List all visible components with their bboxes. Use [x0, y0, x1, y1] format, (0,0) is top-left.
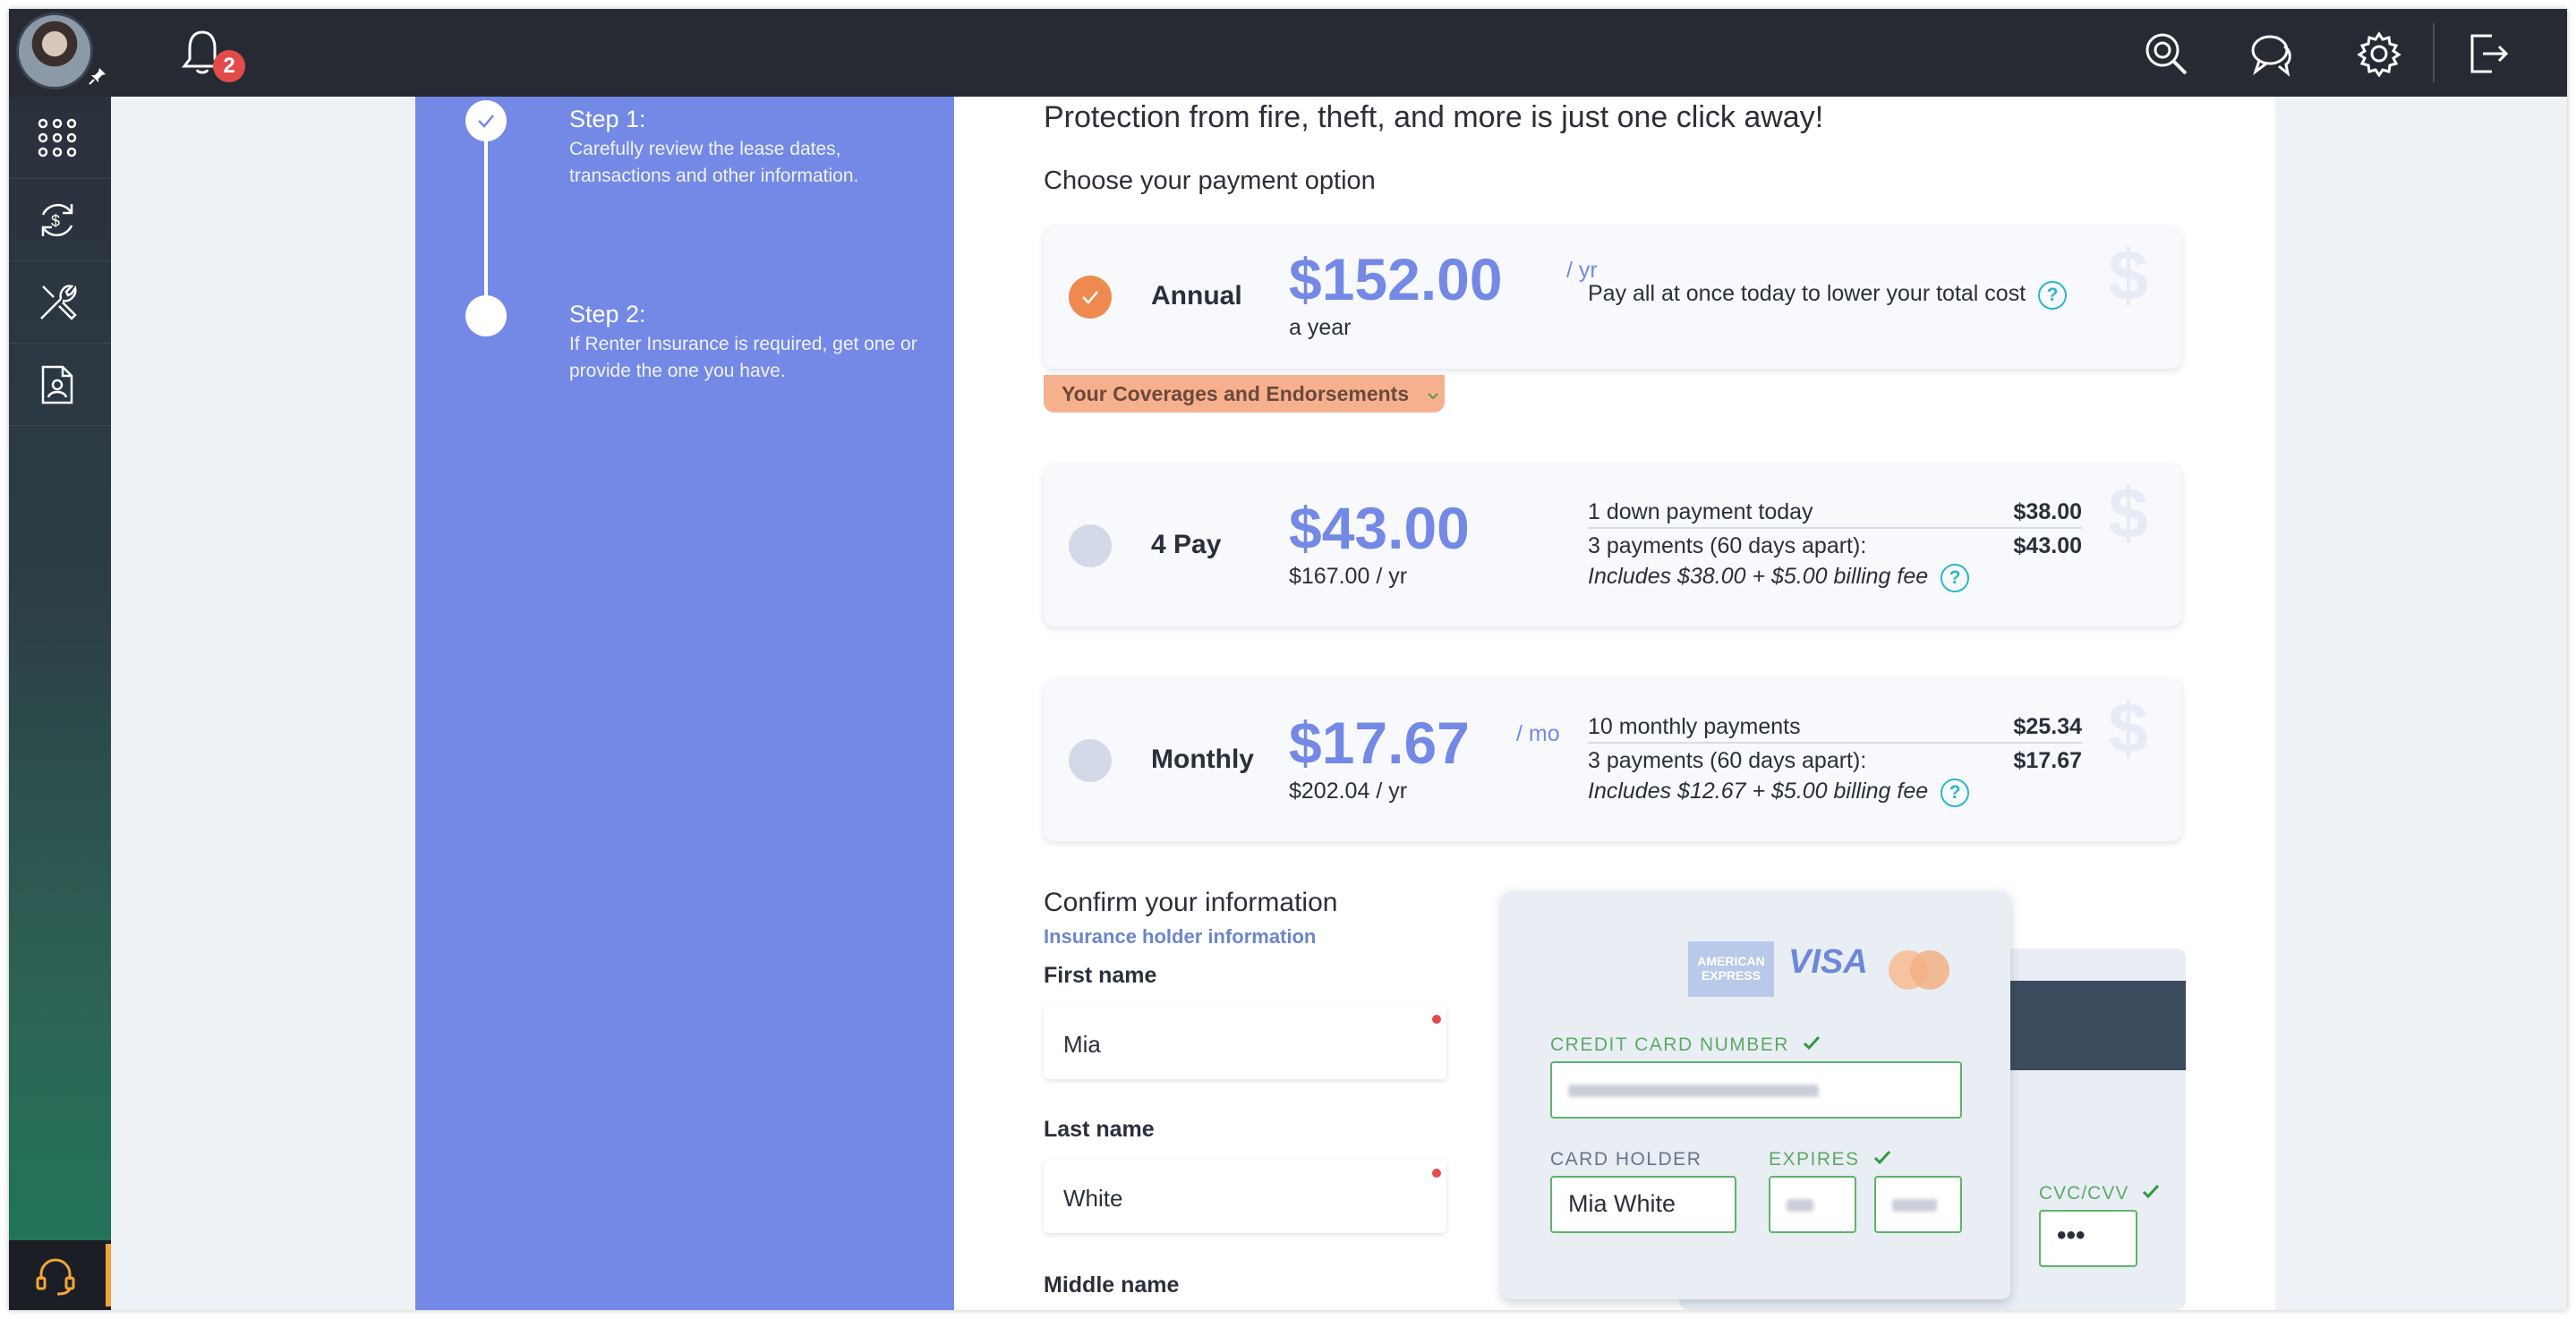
step-connector: [484, 122, 488, 317]
plan-radio-monthly[interactable]: [1069, 739, 1112, 782]
gear-icon[interactable]: [2356, 30, 2402, 78]
chat-icon[interactable]: [2248, 30, 2295, 77]
card-holder-label: CARD HOLDER: [1550, 1149, 1702, 1170]
masked-month: [1787, 1199, 1813, 1212]
logout-icon[interactable]: [2465, 30, 2512, 77]
search-icon[interactable]: [2143, 30, 2189, 77]
cvc-input[interactable]: •••: [2039, 1210, 2137, 1267]
payment-row: 1 down payment today $38.00: [1588, 499, 2082, 529]
plan-note: Pay all at once today to lower your tota…: [1588, 281, 2125, 310]
confirm-title: Confirm your information: [1044, 888, 1338, 917]
chevron-down-icon: [1427, 393, 1438, 400]
apps-grid-icon[interactable]: [9, 97, 111, 179]
top-bar: 2: [9, 9, 2567, 97]
billing-fee-note: Includes $38.00 + $5.00 billing fee?: [1588, 564, 2082, 592]
billing-fee-note: Includes $12.67 + $5.00 billing fee?: [1588, 779, 2082, 807]
check-icon: [1804, 1035, 1821, 1051]
last-name-field[interactable]: White: [1044, 1160, 1446, 1233]
plan-4-pay[interactable]: 4 Pay $43.00 $167.00 / yr 1 down payment…: [1044, 464, 2182, 626]
card-front: AMERICAN EXPRESS VISA CREDIT CARD NUMBER…: [1502, 891, 2010, 1299]
payment-row: 10 monthly payments $25.34: [1588, 714, 2082, 744]
mastercard-logo: [1885, 949, 1953, 991]
svg-text:$: $: [51, 212, 60, 230]
required-indicator: [1432, 1169, 1441, 1178]
headset-icon: [36, 1258, 75, 1296]
plan-name: 4 Pay: [1151, 530, 1222, 559]
left-rail: $: [9, 97, 111, 1310]
plan-price: $17.67: [1289, 710, 1470, 776]
plan-annual[interactable]: Annual $152.00 / yr a year Pay all at on…: [1044, 226, 2182, 369]
plan-monthly[interactable]: Monthly $17.67 / mo $202.04 / yr 10 mont…: [1044, 678, 2182, 841]
confirm-subtitle: Insurance holder information: [1044, 925, 1317, 948]
step-2-dot: [465, 295, 507, 336]
payment-row: 3 payments (60 days apart): $43.00: [1588, 533, 2082, 558]
price-sub: a year: [1289, 315, 1352, 340]
step-2-desc: If Renter Insurance is required, get one…: [569, 334, 917, 381]
price-unit: / mo: [1516, 721, 1560, 746]
steps-panel: Step 1: Carefully review the lease dates…: [415, 97, 954, 1310]
coverages-toggle[interactable]: Your Coverages and Endorsements: [1044, 375, 1445, 413]
tenant-document-icon[interactable]: [9, 344, 111, 426]
active-indicator: [106, 1244, 111, 1306]
masked-card-number: [1568, 1085, 1819, 1097]
expiry-month-input[interactable]: [1769, 1176, 1856, 1233]
cvc-label: CVC/CVV: [2039, 1183, 2160, 1204]
avatar[interactable]: [16, 13, 93, 89]
first-name-label: First name: [1044, 963, 1157, 988]
plan-radio-4-pay[interactable]: [1069, 524, 1112, 567]
main-canvas: Step 1: Carefully review the lease dates…: [415, 97, 2275, 1310]
page-title: Protection from fire, theft, and more is…: [1044, 100, 1824, 134]
dollar-icon: $: [2108, 688, 2149, 768]
step-1-desc: Carefully review the lease dates, transa…: [569, 139, 859, 186]
check-icon: [1873, 1150, 1890, 1165]
price-unit: / yr: [1566, 258, 1598, 283]
help-icon[interactable]: ?: [1941, 779, 1970, 807]
price-sub: $167.00 / yr: [1289, 564, 1408, 589]
help-icon[interactable]: ?: [2038, 281, 2068, 310]
visa-logo: VISA: [1788, 943, 1868, 981]
first-name-field[interactable]: Mia: [1044, 1006, 1446, 1079]
step-2-title: Step 2:: [569, 301, 646, 328]
check-icon: [478, 115, 494, 128]
pin-icon[interactable]: [88, 66, 109, 88]
price-sub: $202.04 / yr: [1289, 779, 1408, 804]
section-title: Choose your payment option: [1044, 166, 1376, 195]
card-number-input[interactable]: [1550, 1061, 1962, 1119]
payment-content: Protection from fire, theft, and more is…: [954, 97, 2275, 1310]
required-indicator: [1432, 1015, 1441, 1024]
plan-name: Annual: [1151, 281, 1242, 311]
plan-price: $43.00: [1289, 495, 1470, 561]
dollar-icon: $: [2108, 235, 2149, 315]
dollar-icon: $: [2108, 473, 2149, 553]
masked-year: [1892, 1199, 1937, 1212]
plan-radio-annual[interactable]: [1069, 276, 1112, 319]
payment-row: 3 payments (60 days apart): $17.67: [1588, 748, 2082, 773]
last-name-label: Last name: [1044, 1117, 1155, 1142]
tools-icon[interactable]: [9, 261, 111, 344]
step-1-title: Step 1:: [569, 106, 646, 132]
payments-cycle-icon[interactable]: $: [9, 179, 111, 261]
check-icon: [1082, 291, 1098, 304]
plan-price: $152.00: [1289, 246, 1503, 312]
notification-badge: 2: [213, 50, 245, 82]
card-number-label: CREDIT CARD NUMBER: [1550, 1034, 1821, 1056]
card-holder-input[interactable]: Mia White: [1550, 1176, 1736, 1233]
app-window: 2 $ Step 1: Carefully review the lease d…: [9, 9, 2567, 1310]
check-icon: [2143, 1184, 2160, 1199]
divider: [2433, 23, 2435, 82]
step-1-check: [465, 100, 507, 141]
help-icon[interactable]: ?: [1941, 564, 1970, 592]
amex-logo: AMERICAN EXPRESS: [1688, 941, 1774, 997]
expires-label: EXPIRES: [1769, 1149, 1891, 1170]
plan-name: Monthly: [1151, 745, 1254, 774]
middle-name-label: Middle name: [1044, 1272, 1180, 1298]
expiry-year-input[interactable]: [1874, 1176, 1962, 1233]
support-button[interactable]: [9, 1240, 111, 1310]
